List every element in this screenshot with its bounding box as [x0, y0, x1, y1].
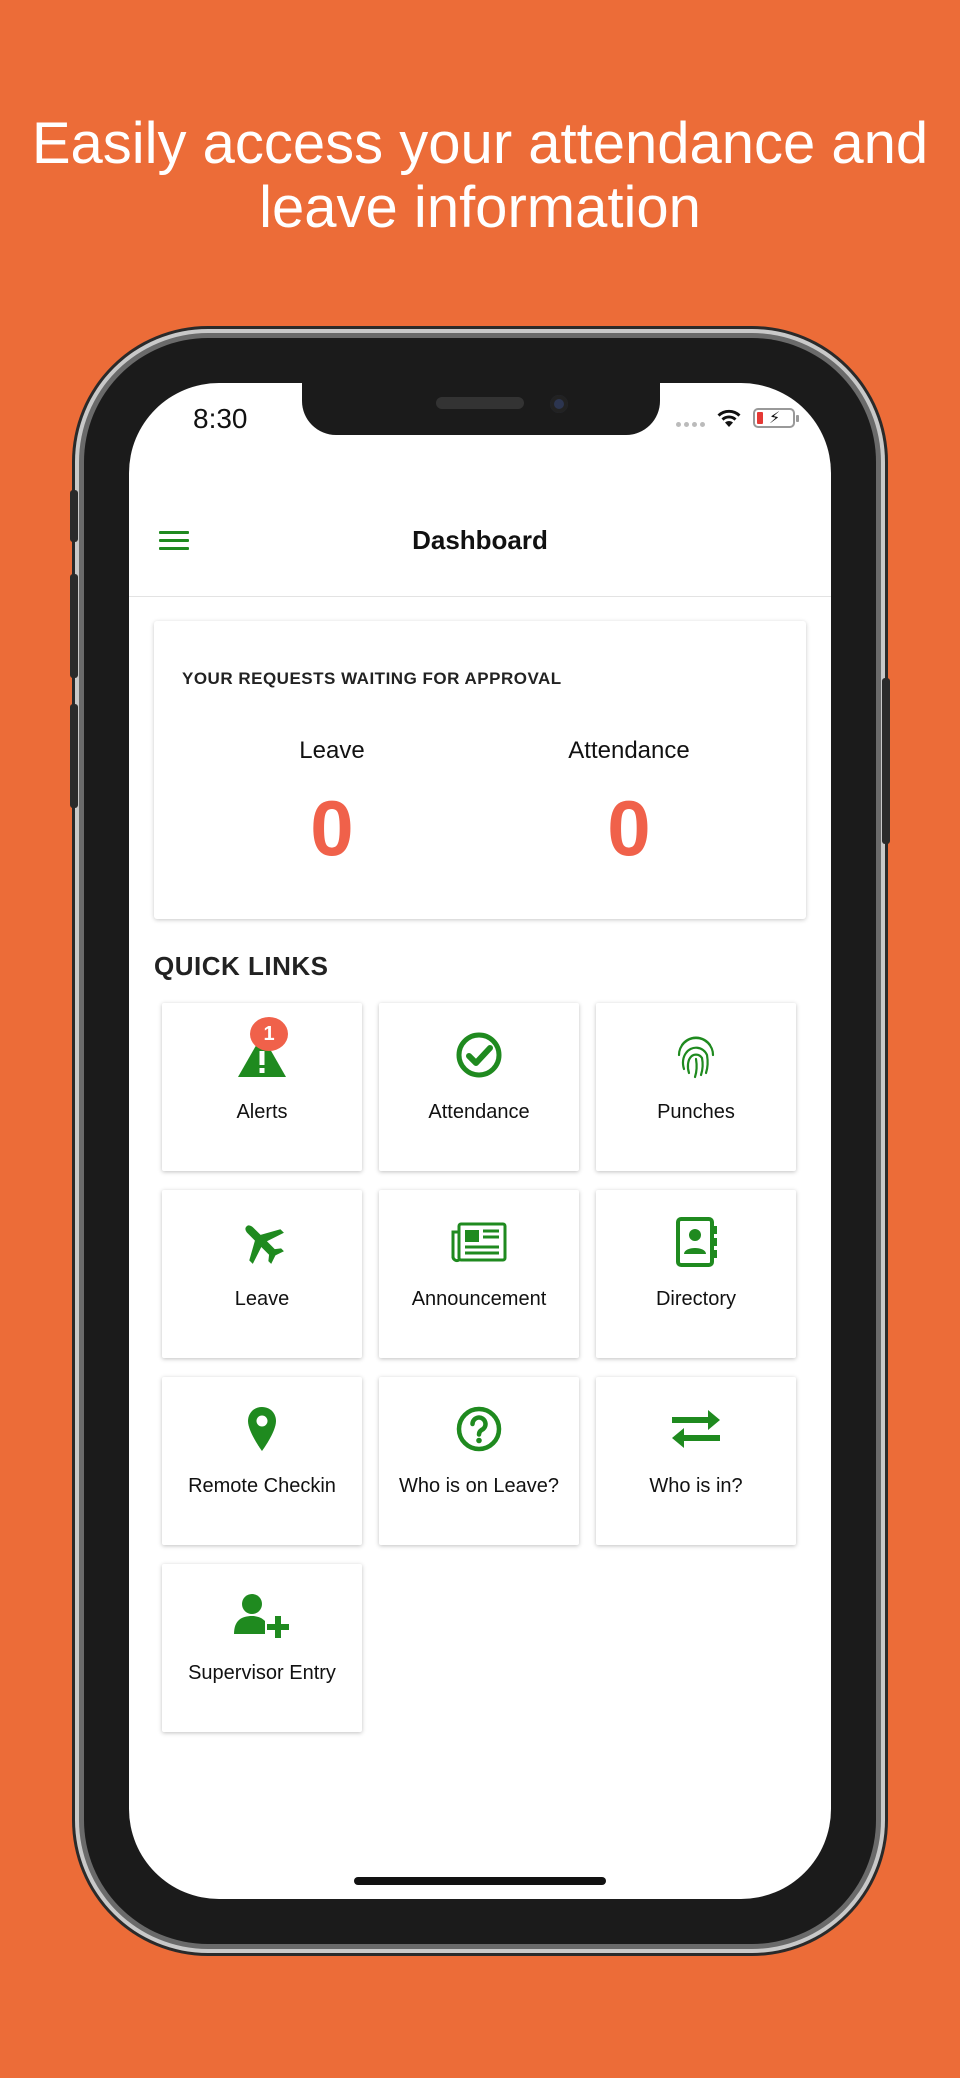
map-pin-icon — [236, 1403, 288, 1455]
quick-link-alerts[interactable]: 1 Alerts — [162, 1003, 362, 1171]
quick-link-punches[interactable]: Punches — [596, 1003, 796, 1171]
quick-link-label: Who is on Leave? — [398, 1475, 560, 1497]
page-title: Dashboard — [412, 525, 548, 555]
quick-link-attendance[interactable]: Attendance — [379, 1003, 579, 1171]
newspaper-icon — [449, 1216, 509, 1268]
volume-down-button — [70, 704, 78, 808]
promo-headline: Easily access your attendance and leave … — [31, 111, 929, 240]
attendance-requests-label: Attendance — [568, 737, 690, 764]
user-plus-icon — [232, 1590, 292, 1642]
quick-link-announcement[interactable]: Announcement — [379, 1190, 579, 1358]
mute-switch — [70, 490, 78, 542]
quick-link-label: Remote Checkin — [188, 1475, 336, 1497]
swap-arrows-icon — [670, 1403, 722, 1455]
question-circle-icon — [453, 1403, 505, 1455]
quick-link-directory[interactable]: Directory — [596, 1190, 796, 1358]
quick-link-label: Supervisor Entry — [188, 1662, 336, 1684]
check-circle-icon — [453, 1029, 505, 1081]
volume-up-button — [70, 574, 78, 678]
attendance-requests[interactable]: Attendance 0 — [509, 737, 749, 874]
app-bar: Dashboard — [129, 487, 831, 597]
notch — [302, 383, 660, 435]
quick-link-supervisor-entry[interactable]: Supervisor Entry — [162, 1564, 362, 1732]
pending-requests-card: YOUR REQUESTS WAITING FOR APPROVAL Leave… — [154, 621, 806, 919]
quick-link-label: Who is in? — [649, 1475, 743, 1497]
contact-book-icon — [670, 1216, 722, 1268]
quick-link-who-is-in[interactable]: Who is in? — [596, 1377, 796, 1545]
battery-icon: ⚡ — [753, 408, 799, 428]
airplane-icon — [236, 1216, 288, 1268]
status-icons: ⚡ — [676, 407, 799, 429]
wifi-icon — [717, 409, 741, 427]
signal-icon — [676, 410, 705, 427]
quick-links-title: QUICK LINKS — [154, 951, 329, 981]
speaker — [436, 397, 524, 409]
pending-requests-title: YOUR REQUESTS WAITING FOR APPROVAL — [182, 669, 562, 688]
quick-link-label: Leave — [234, 1288, 290, 1310]
leave-requests-count: 0 — [310, 784, 354, 872]
alerts-count-badge: 1 — [250, 1017, 288, 1051]
leave-requests-label: Leave — [299, 737, 365, 764]
leave-requests[interactable]: Leave 0 — [212, 737, 452, 874]
power-button — [882, 678, 890, 844]
fingerprint-icon — [670, 1029, 722, 1081]
quick-link-label: Alerts — [236, 1101, 288, 1123]
home-indicator[interactable] — [354, 1877, 606, 1885]
status-time: 8:30 — [193, 403, 248, 434]
attendance-requests-count: 0 — [607, 784, 651, 872]
quick-link-label: Attendance — [428, 1101, 530, 1123]
quick-link-leave[interactable]: Leave — [162, 1190, 362, 1358]
quick-link-label: Directory — [655, 1288, 736, 1310]
phone-frame: 8:30 ⚡ Dashboard YOUR REQUESTS WAITING F… — [70, 338, 890, 1944]
quick-link-label: Announcement — [411, 1288, 547, 1310]
quick-link-label: Punches — [657, 1101, 735, 1123]
quick-link-who-is-on-leave[interactable]: Who is on Leave? — [379, 1377, 579, 1545]
phone-screen: 8:30 ⚡ Dashboard YOUR REQUESTS WAITING F… — [129, 383, 831, 1899]
front-camera — [550, 395, 568, 413]
quick-link-remote-checkin[interactable]: Remote Checkin — [162, 1377, 362, 1545]
